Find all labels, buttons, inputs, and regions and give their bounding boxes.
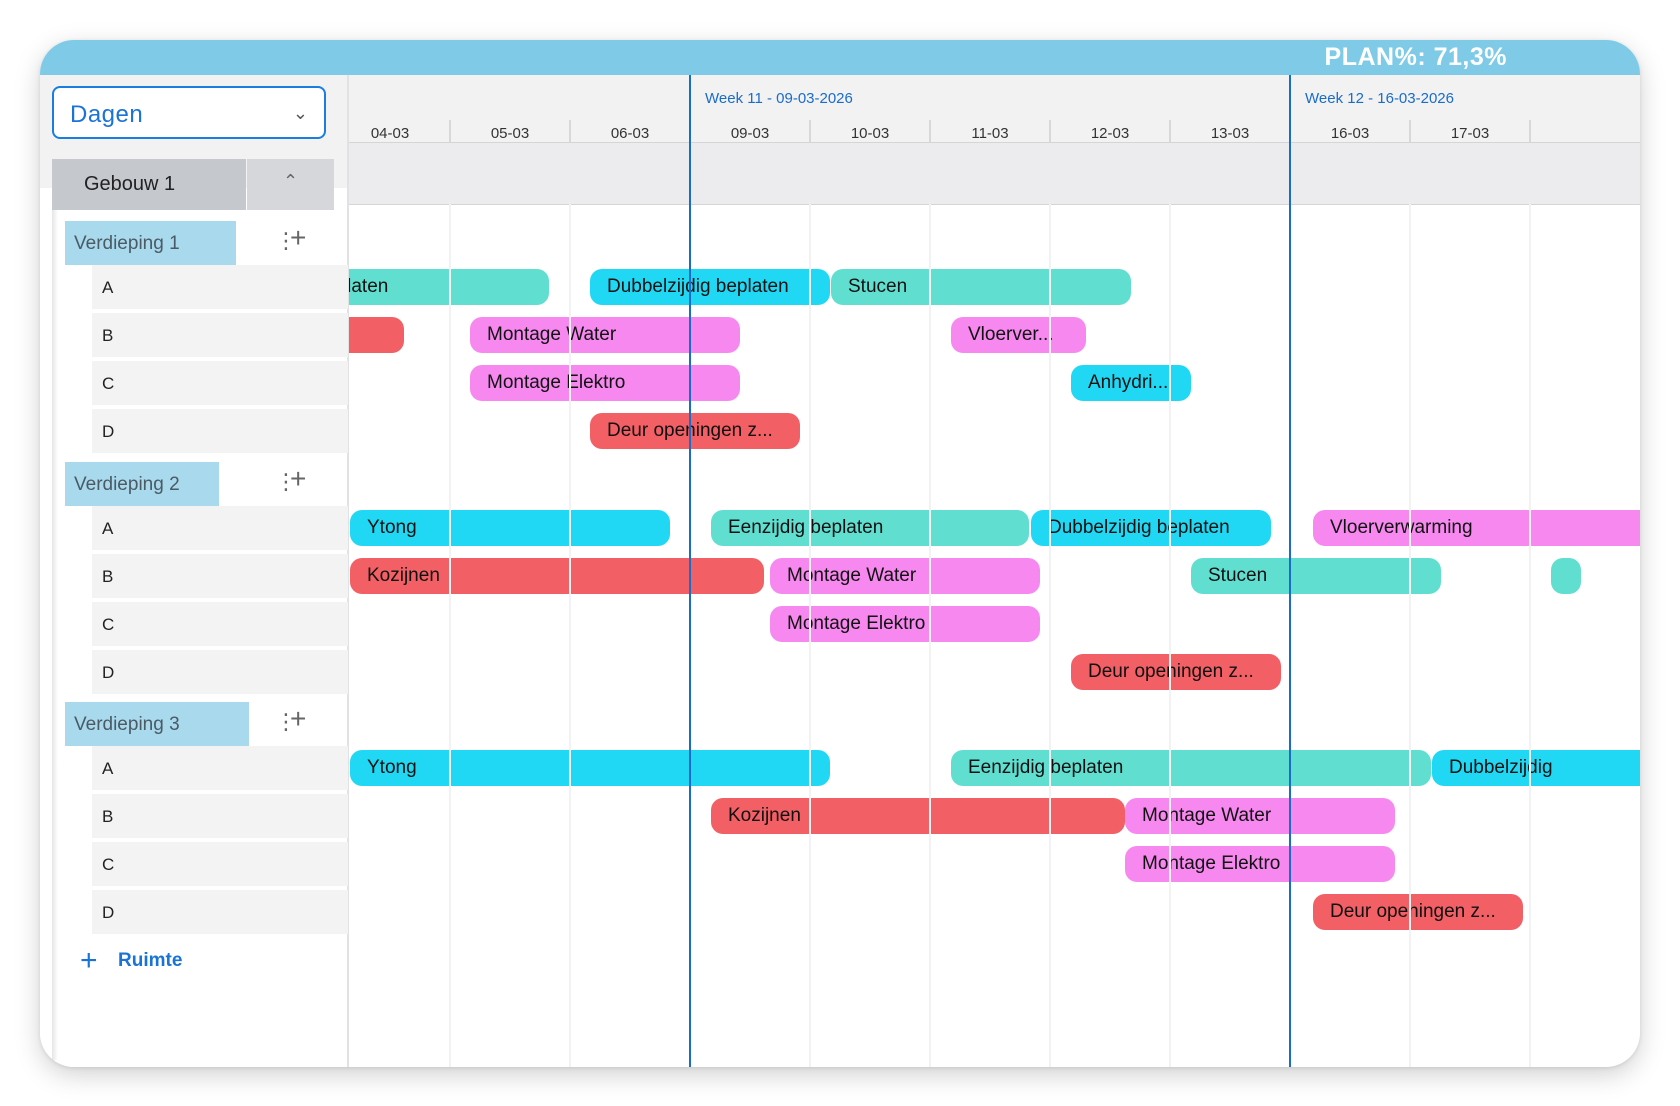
floor-header[interactable]: Verdieping 2	[65, 462, 219, 506]
week-start-line	[1289, 75, 1291, 1067]
building-label: Gebouw 1	[84, 173, 176, 195]
add-room-label: Ruimte	[118, 950, 183, 971]
week-label: Week 11 - 09-03-2026	[705, 90, 853, 107]
day-column-rule	[1049, 204, 1051, 1067]
day-column-rule	[809, 204, 811, 1067]
day-label: 12-03	[1090, 125, 1130, 142]
task-bar[interactable]: Montage Water	[1125, 798, 1395, 834]
day-label: 10-03	[850, 125, 890, 142]
floor-header[interactable]: Verdieping 3	[65, 702, 249, 746]
task-bar[interactable]	[349, 317, 404, 353]
room-row[interactable]: C	[92, 602, 348, 646]
task-bar[interactable]: Montage Elektro	[1125, 846, 1395, 882]
day-column-rule	[1409, 204, 1411, 1067]
task-bar[interactable]: Eenzijdig beplaten	[711, 510, 1029, 546]
room-label: D	[102, 663, 115, 682]
task-bar[interactable]: Deur openingen z...	[1071, 654, 1281, 690]
day-label: 11-03	[971, 125, 1009, 142]
task-bar[interactable]: Eenzijdig beplaten	[951, 750, 1431, 786]
room-row[interactable]: A	[92, 746, 348, 790]
task-bar[interactable]: Montage Water	[470, 317, 740, 353]
day-column-rule	[1529, 204, 1531, 1067]
room-row[interactable]: C	[92, 842, 348, 886]
room-row[interactable]: D	[92, 409, 348, 453]
day-label: 06-03	[610, 125, 650, 142]
day-column-rule	[449, 204, 451, 1067]
task-bar[interactable]: Stucen	[1191, 558, 1441, 594]
room-label: A	[102, 759, 114, 778]
task-bar[interactable]: Ytong	[350, 750, 830, 786]
room-label: A	[102, 278, 114, 297]
room-label: D	[102, 422, 115, 441]
floor-label: Verdieping 2	[74, 474, 180, 495]
room-label: B	[102, 567, 114, 586]
week-label: Week 12 - 16-03-2026	[1305, 90, 1454, 107]
room-row[interactable]: D	[92, 650, 348, 694]
add-plus-icon[interactable]: +	[290, 463, 306, 495]
task-bar[interactable]: Kozijnen	[350, 558, 764, 594]
room-row[interactable]: A	[92, 506, 348, 550]
planning-window: PLAN%: 71,3% Dagen ⌄ Gebouw 1 ⌃ + Ruimte…	[40, 40, 1640, 1067]
task-bar[interactable]: Dubbelzijdig beplaten	[1031, 510, 1271, 546]
room-row[interactable]: A	[92, 265, 348, 309]
task-bar[interactable]: Montage Elektro	[470, 365, 740, 401]
task-bar[interactable]: Vloerver...	[951, 317, 1086, 353]
room-label: C	[102, 855, 115, 874]
day-label: 09-03	[730, 125, 770, 142]
task-bar[interactable]: Dubbelzijdig beplaten	[590, 269, 830, 305]
floor-header[interactable]: Verdieping 1	[65, 221, 236, 265]
add-plus-icon[interactable]: +	[290, 222, 306, 254]
room-label: C	[102, 374, 115, 393]
task-bar[interactable]: Stucen	[831, 269, 1131, 305]
task-bar[interactable]: Vloerverwarming	[1313, 510, 1640, 546]
room-row[interactable]: D	[92, 890, 348, 934]
day-label: 16-03	[1330, 125, 1370, 142]
room-label: C	[102, 615, 115, 634]
room-label: D	[102, 903, 115, 922]
day-label: 17-03	[1450, 125, 1490, 142]
view-dropdown-value: Dagen	[70, 101, 144, 128]
task-bar[interactable]: Dubbelzijdig	[1432, 750, 1640, 786]
add-plus-icon[interactable]: +	[290, 703, 306, 735]
day-column-rule	[1169, 204, 1171, 1067]
chevron-up-icon: ⌃	[283, 171, 299, 191]
chevron-down-icon: ⌄	[292, 103, 308, 123]
task-bar[interactable]	[1551, 558, 1581, 594]
room-row[interactable]: B	[92, 554, 348, 598]
view-dropdown[interactable]: Dagen ⌄	[52, 86, 326, 139]
room-label: B	[102, 807, 114, 826]
task-bar[interactable]: Deur openingen z...	[1313, 894, 1523, 930]
task-bar[interactable]: Ytong	[350, 510, 670, 546]
task-bar[interactable]: Anhydri...	[1071, 365, 1191, 401]
floor-label: Verdieping 3	[74, 714, 180, 735]
day-label: 04-03	[370, 125, 410, 142]
task-bar[interactable]: Deur openingen z...	[590, 413, 800, 449]
day-column-rule	[929, 204, 931, 1067]
room-row[interactable]: B	[92, 794, 348, 838]
day-label: 13-03	[1210, 125, 1250, 142]
task-bar[interactable]: Kozijnen	[711, 798, 1125, 834]
sidebar-shadow	[52, 210, 58, 1060]
day-tick	[1529, 120, 1531, 142]
plus-icon: +	[80, 944, 98, 977]
building-collapse-toggle[interactable]: ⌃	[247, 159, 334, 210]
building-header[interactable]: Gebouw 1	[52, 159, 246, 210]
week-start-line	[689, 75, 691, 1067]
floor-label: Verdieping 1	[74, 233, 180, 254]
day-column-rule	[569, 204, 571, 1067]
room-row[interactable]: B	[92, 313, 348, 357]
task-bars: eplatenDubbelzijdig beplatenStucenMontag…	[349, 40, 1640, 1067]
day-label: 05-03	[490, 125, 530, 142]
room-row[interactable]: C	[92, 361, 348, 405]
room-label: B	[102, 326, 114, 345]
room-label: A	[102, 519, 114, 538]
